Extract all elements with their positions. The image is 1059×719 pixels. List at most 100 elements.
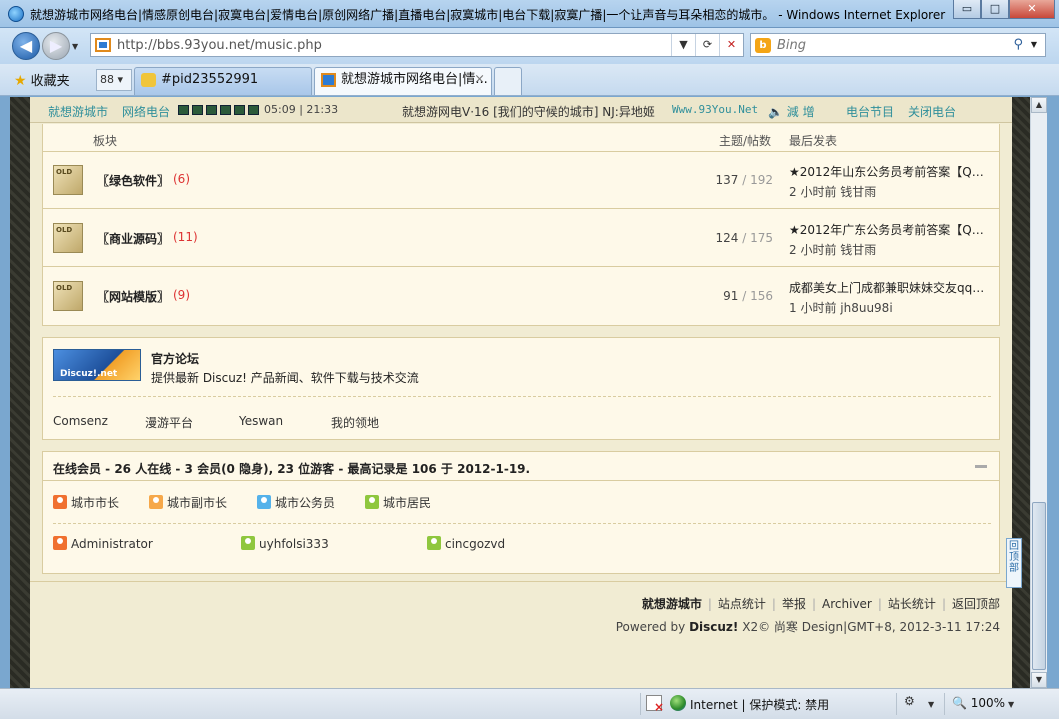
next-icon[interactable] <box>234 105 245 115</box>
search-dropdown-icon[interactable]: ▼ <box>1031 40 1037 49</box>
popup-blocked-icon[interactable] <box>646 695 664 714</box>
back-to-top-button[interactable]: 回顶部 <box>1006 538 1022 588</box>
thread-count: 91 <box>723 289 739 303</box>
search-placeholder[interactable]: Bing <box>777 38 806 53</box>
address-dropdown-icon[interactable]: ▼ <box>671 34 695 56</box>
scroll-thumb[interactable] <box>1032 502 1046 670</box>
last-post: 成都美女上门成都兼职妹妹交友qq… 1 小时前 jh8uu98i <box>789 279 993 316</box>
online-user[interactable]: Administrator <box>53 536 153 551</box>
refresh-icon[interactable]: ⟳ <box>695 34 719 56</box>
footer-back-to-top-link[interactable]: 返回顶部 <box>952 597 1000 611</box>
footer-stats-link[interactable]: 站点统计 <box>718 597 766 611</box>
official-description: 提供最新 Discuz! 产品新闻、软件下载与技术交流 <box>151 371 419 385</box>
footer-report-link[interactable]: 举报 <box>782 597 806 611</box>
scroll-down-icon[interactable]: ▼ <box>1031 672 1047 688</box>
minimize-button[interactable]: ▭ <box>953 0 981 19</box>
zoom-dropdown-icon[interactable]: ▼ <box>1008 700 1014 709</box>
tab-radio-forum[interactable]: 就想游城市网络电台|情... × <box>314 67 492 95</box>
vertical-scrollbar[interactable]: ▲ ▼ <box>1030 97 1047 688</box>
forum-page: 就想游城市 网络电台 05:09 | 21:33 就想游网电V·16 [我们的守… <box>30 97 1012 688</box>
play-icon[interactable] <box>178 105 189 115</box>
tab-close-icon[interactable]: × <box>474 68 485 92</box>
discuz-logo[interactable]: Discuz!.net <box>53 349 141 381</box>
header-counts: 主题/帖数 <box>719 134 772 148</box>
footer-archiver-link[interactable]: Archiver <box>822 597 872 611</box>
online-user[interactable]: uyhfolsi333 <box>241 536 329 551</box>
forum-icon[interactable]: OLD <box>53 223 83 253</box>
forum-icon[interactable]: OLD <box>53 165 83 195</box>
tab-label: 就想游城市网络电台|情... <box>341 72 488 87</box>
back-button[interactable]: ◀ <box>12 32 40 60</box>
footer-separator: | <box>941 597 946 611</box>
search-field[interactable]: b Bing ⚲ ▼ <box>750 33 1046 57</box>
footer-separator: | <box>707 597 712 611</box>
history-dropdown-icon[interactable]: ▼ <box>72 42 78 51</box>
security-zone[interactable]: Internet | 保护模式: 禁用 <box>690 696 829 713</box>
stop-icon[interactable]: ✕ <box>719 34 743 56</box>
page-footer: 就想游城市 | 站点统计 | 举报 | Archiver | 站长统计 | 返回顶部 Powered… <box>30 581 1012 641</box>
last-post-title-link[interactable]: 成都美女上门成都兼职妹妹交友qq… <box>789 279 993 296</box>
page-viewport: 就想游城市 网络电台 05:09 | 21:33 就想游网电V·16 [我们的守… <box>10 97 1030 688</box>
radio-site-link[interactable]: 就想游城市 <box>48 103 108 120</box>
close-button[interactable]: ✕ <box>1009 0 1055 19</box>
last-post-title-link[interactable]: ★2012年广东公务员考前答案【Q… <box>789 221 993 238</box>
footer-brand-link[interactable]: 就想游城市 <box>642 597 702 611</box>
forum-stats: 91 / 156 <box>723 289 773 303</box>
forward-button[interactable]: ▶ <box>42 32 70 60</box>
forum-name-link[interactable]: 〖绿色软件〗 <box>97 172 169 189</box>
zoom-level[interactable]: 🔍 100% <box>952 696 1005 710</box>
stop-icon[interactable] <box>206 105 217 115</box>
forum-name-link[interactable]: 〖网站模版〗 <box>97 288 169 305</box>
settings-icon[interactable]: ⚙ <box>904 694 915 708</box>
tab-pid[interactable]: #pid23552991 <box>134 67 312 95</box>
radio-time: 05:09 | 21:33 <box>264 103 339 116</box>
user-name[interactable]: Administrator <box>71 537 153 551</box>
forum-icon[interactable]: OLD <box>53 281 83 311</box>
discuz-link[interactable]: Discuz! <box>689 620 738 634</box>
footer-links: 就想游城市 | 站点统计 | 举报 | Archiver | 站长统计 | 返回顶部 <box>642 595 1000 612</box>
last-post-title-link[interactable]: ★2012年山东公务员考前答案【Q… <box>789 163 993 180</box>
forum-name-link[interactable]: 〖商业源码〗 <box>97 230 169 247</box>
legend-label: 城市市长 <box>71 496 120 510</box>
last-post-meta[interactable]: 2 小时前 钱甘雨 <box>789 183 993 200</box>
last-post-meta[interactable]: 2 小时前 钱甘雨 <box>789 241 993 258</box>
online-user[interactable]: cincgozvd <box>427 536 505 551</box>
status-divider <box>640 693 641 715</box>
collapse-icon[interactable] <box>975 465 987 468</box>
user-name[interactable]: cincgozvd <box>445 537 505 551</box>
last-post-meta[interactable]: 1 小时前 jh8uu98i <box>789 299 993 316</box>
friend-link[interactable]: 漫游平台 <box>145 414 193 431</box>
radio-close-link[interactable]: 关闭电台 <box>908 103 956 120</box>
scroll-up-icon[interactable]: ▲ <box>1031 97 1047 113</box>
radio-www[interactable]: Www.93You.Net <box>672 103 758 116</box>
friend-link[interactable]: Comsenz <box>53 414 108 428</box>
address-field[interactable]: http://bbs.93you.net/music.php ▼ ⟳ ✕ <box>90 33 744 57</box>
forum-row: OLD 〖商业源码〗 (11) 124 / 175 ★2012年广东公务员考前答… <box>43 210 999 267</box>
official-title-link[interactable]: 官方论坛 <box>151 350 199 367</box>
favorites-button[interactable]: ★ 收藏夹 <box>14 70 70 89</box>
powered-prefix: Powered by <box>615 620 690 634</box>
volume-controls[interactable]: 🔈 減 增 <box>768 103 815 120</box>
pause-icon[interactable] <box>192 105 203 115</box>
last-post: ★2012年山东公务员考前答案【Q… 2 小时前 钱甘雨 <box>789 163 993 200</box>
address-url[interactable]: http://bbs.93you.net/music.php <box>117 38 322 53</box>
info-icon[interactable] <box>248 105 259 115</box>
settings-dropdown-icon[interactable]: ▼ <box>928 700 934 709</box>
user-name[interactable]: uyhfolsi333 <box>259 537 329 551</box>
globe-icon <box>670 695 686 711</box>
footer-webmaster-stats-link[interactable]: 站长统计 <box>888 597 936 611</box>
status-divider <box>896 693 897 715</box>
maximize-button[interactable]: □ <box>981 0 1009 19</box>
friend-link[interactable]: Yeswan <box>239 414 283 428</box>
quick-tabs-button[interactable]: 88 ▾ <box>96 69 132 91</box>
prev-icon[interactable] <box>220 105 231 115</box>
new-tab-button[interactable] <box>494 67 522 95</box>
radio-schedule-link[interactable]: 电台节目 <box>846 103 894 120</box>
ie-logo-icon <box>8 6 24 22</box>
header-last-post: 最后发表 <box>789 134 838 148</box>
online-user-list: Administrator uyhfolsi333 cincgozvd <box>53 536 991 554</box>
online-header: 在线会员 - 26 人在线 - 3 会员(0 隐身), 23 位游客 - 最高记… <box>43 452 999 481</box>
search-icon[interactable]: ⚲ <box>1013 37 1023 52</box>
friend-link[interactable]: 我的领地 <box>331 414 379 431</box>
online-summary[interactable]: 在线会员 - 26 人在线 - 3 会员(0 隐身), 23 位游客 - 最高记… <box>53 460 530 477</box>
